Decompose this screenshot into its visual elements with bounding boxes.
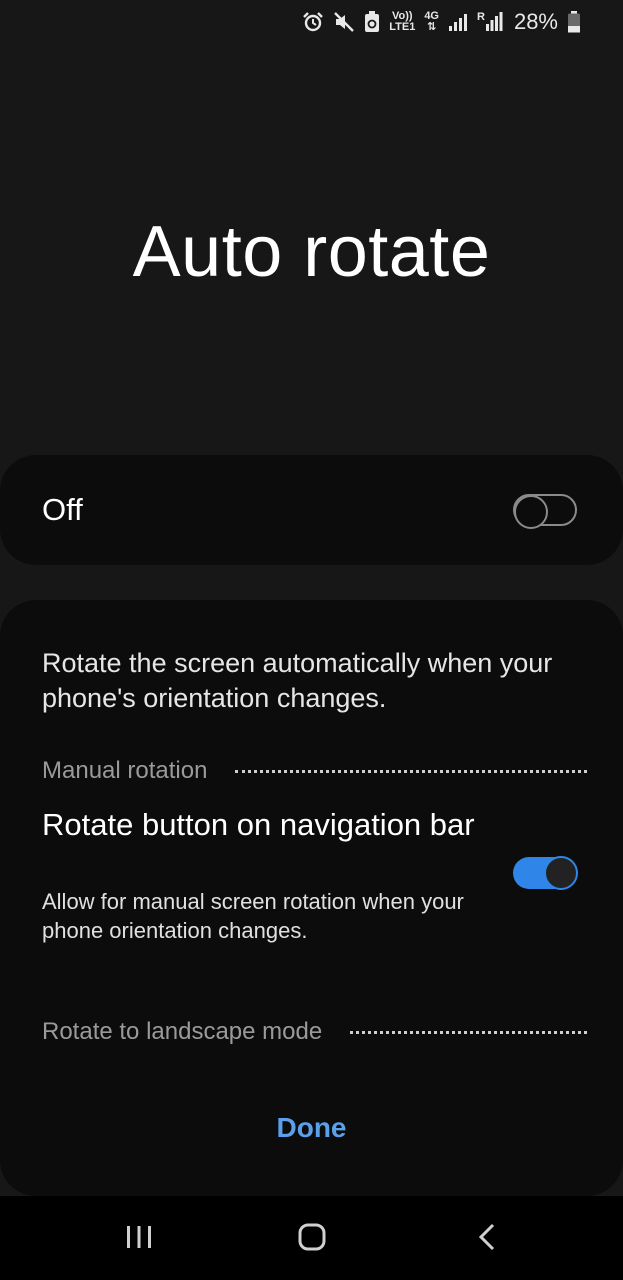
home-icon[interactable] bbox=[297, 1222, 327, 1252]
battery-percent: 28% bbox=[513, 9, 558, 34]
done-button[interactable]: Done bbox=[0, 1110, 623, 1146]
rotate-button-toggle[interactable] bbox=[513, 856, 578, 890]
battery-icon bbox=[567, 11, 581, 33]
alarm-icon bbox=[302, 11, 324, 33]
signal-icon bbox=[448, 12, 468, 32]
roaming-signal-icon: R bbox=[477, 12, 503, 32]
section-label: Manual rotation bbox=[42, 757, 208, 784]
volte-icon: Vo)) LTE1 bbox=[389, 11, 415, 33]
roaming-text: R bbox=[477, 11, 485, 23]
auto-rotate-master-switch-row[interactable]: Off bbox=[0, 455, 623, 565]
toggle-knob bbox=[514, 495, 548, 529]
master-switch-label: Off bbox=[42, 492, 83, 527]
data-arrows-glyph: ⇅ bbox=[427, 21, 437, 33]
data-saver-icon bbox=[364, 11, 380, 33]
status-bar: Vo)) LTE1 4G ⇅ R 28% bbox=[0, 0, 623, 44]
auto-rotate-options-card: Rotate the screen automatically when you… bbox=[0, 600, 623, 1196]
landscape-section-header: Rotate to landscape mode bbox=[42, 1017, 587, 1047]
auto-rotate-toggle[interactable] bbox=[513, 494, 577, 529]
rotate-button-setting-subtitle: Allow for manual screen rotation when yo… bbox=[42, 889, 464, 943]
toggle-knob bbox=[544, 856, 578, 890]
back-icon[interactable] bbox=[472, 1222, 502, 1252]
volte-bottom-text: LTE1 bbox=[389, 21, 416, 33]
page-title: Auto rotate bbox=[132, 212, 491, 292]
navigation-bar bbox=[0, 1196, 623, 1280]
recents-icon[interactable] bbox=[124, 1222, 154, 1252]
manual-rotation-section-header: Manual rotation bbox=[42, 756, 587, 786]
section-divider bbox=[235, 769, 587, 773]
section-divider bbox=[350, 1030, 587, 1034]
section-label: Rotate to landscape mode bbox=[42, 1018, 323, 1045]
mute-icon bbox=[333, 11, 355, 33]
auto-rotate-description: Rotate the screen automatically when you… bbox=[42, 648, 553, 713]
4g-icon: 4G ⇅ bbox=[424, 11, 439, 33]
rotate-button-setting-title[interactable]: Rotate button on navigation bar bbox=[42, 805, 482, 844]
